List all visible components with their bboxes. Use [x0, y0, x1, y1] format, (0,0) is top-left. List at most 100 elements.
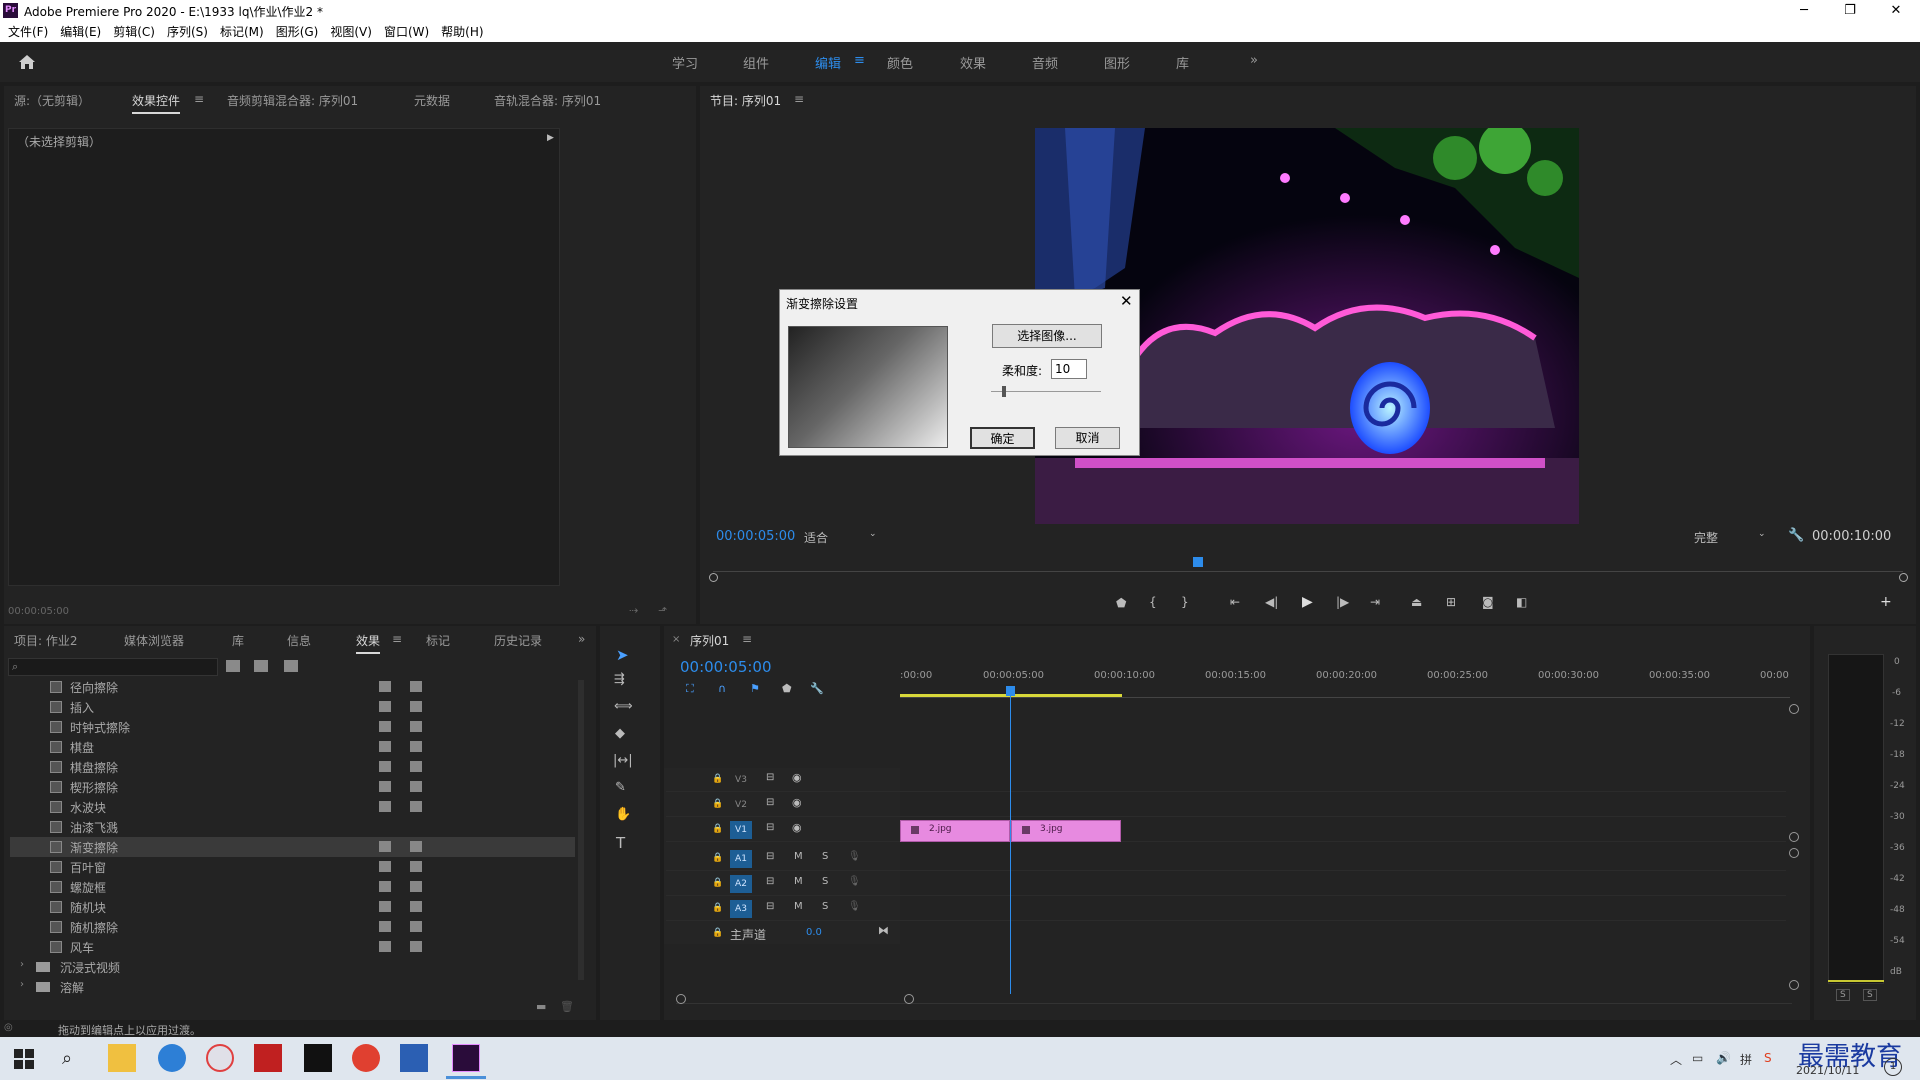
more-panels-icon[interactable]: »: [578, 632, 585, 646]
fit-select[interactable]: 适合 ⌄: [804, 529, 884, 545]
lock-icon[interactable]: 🔒: [712, 774, 723, 784]
list-item[interactable]: 螺旋框: [10, 877, 575, 897]
notification-icon[interactable]: 1: [1884, 1058, 1902, 1076]
add-marker-icon[interactable]: ⬟: [782, 682, 792, 695]
program-current-timecode[interactable]: 00:00:05:00: [716, 529, 795, 544]
clip-3jpg[interactable]: 3.jpg: [1011, 820, 1121, 842]
razor-tool-icon[interactable]: ◆: [615, 726, 625, 741]
tab-info[interactable]: 信息: [287, 632, 311, 649]
track-label-v2[interactable]: V2: [730, 796, 752, 814]
list-item[interactable]: 时钟式擦除: [10, 717, 575, 737]
audio-scroll-bottom-handle[interactable]: [1789, 980, 1799, 990]
hand-tool-icon[interactable]: ✋: [615, 807, 631, 822]
search-icon[interactable]: ⌕: [62, 1048, 72, 1069]
menu-graphics[interactable]: 图形(G): [270, 22, 325, 42]
list-item[interactable]: 随机块: [10, 897, 575, 917]
32bit-effects-icon[interactable]: [254, 660, 268, 672]
lock-icon[interactable]: 🔒: [712, 903, 723, 913]
meter-solo-button[interactable]: S: [1836, 989, 1850, 1001]
video-scroll-top-handle[interactable]: [1789, 704, 1799, 714]
mark-out-icon[interactable]: }: [1181, 595, 1189, 609]
mute-button[interactable]: M: [794, 876, 803, 887]
eye-icon[interactable]: ◉: [792, 771, 802, 784]
delete-icon[interactable]: 🗑: [560, 1000, 574, 1013]
list-item[interactable]: 楔形擦除: [10, 777, 575, 797]
restore-button[interactable]: ❐: [1827, 0, 1873, 22]
clip-2jpg[interactable]: 2.jpg: [900, 820, 1010, 842]
sync-lock-icon[interactable]: ⊟: [766, 772, 774, 783]
terminal-icon[interactable]: [304, 1044, 332, 1072]
softness-input[interactable]: 10: [1051, 359, 1087, 379]
app-red-icon[interactable]: [254, 1044, 282, 1072]
close-sequence-icon[interactable]: ×: [672, 634, 680, 645]
filter-icon[interactable]: ⇢: [629, 604, 638, 617]
menu-file[interactable]: 文件(F): [0, 22, 54, 42]
chrome-icon[interactable]: [352, 1044, 380, 1072]
slip-tool-icon[interactable]: |↔|: [613, 753, 633, 768]
yuv-effects-icon[interactable]: [284, 660, 298, 672]
pen-tool-icon[interactable]: ✎: [615, 780, 626, 795]
list-item[interactable]: 随机擦除: [10, 917, 575, 937]
sync-lock-icon[interactable]: ⊟: [766, 822, 774, 833]
sequence-tab[interactable]: 序列01: [690, 632, 729, 649]
list-item[interactable]: 棋盘擦除: [10, 757, 575, 777]
accelerated-effects-icon[interactable]: [226, 660, 240, 672]
button-editor-icon[interactable]: +: [1880, 594, 1892, 610]
workspace-color[interactable]: 颜色: [887, 53, 913, 72]
workspace-assembly[interactable]: 组件: [743, 53, 769, 72]
tab-media-browser[interactable]: 媒体浏览器: [124, 632, 184, 649]
track-label-a1[interactable]: A1: [730, 850, 752, 868]
tab-markers[interactable]: 标记: [426, 632, 450, 649]
step-forward-icon[interactable]: |▶: [1336, 595, 1349, 609]
timeline-settings-icon[interactable]: 🔧: [810, 682, 824, 695]
workspace-effects[interactable]: 效果: [960, 53, 986, 72]
effects-scrollbar[interactable]: [578, 680, 584, 980]
list-item[interactable]: 风车: [10, 937, 575, 957]
workspace-more-icon[interactable]: »: [1250, 53, 1258, 68]
network-icon[interactable]: ▭: [1692, 1051, 1703, 1065]
mute-button[interactable]: M: [794, 901, 803, 912]
tab-source[interactable]: 源:（无剪辑）: [14, 92, 90, 109]
panel-menu-icon[interactable]: ≡: [194, 92, 204, 106]
select-image-button[interactable]: 选择图像...: [992, 324, 1102, 348]
dialog-close-icon[interactable]: ✕: [1120, 292, 1133, 310]
zoom-end-handle[interactable]: [904, 994, 914, 1004]
video-scroll-bottom-handle[interactable]: [1789, 832, 1799, 842]
quality-select[interactable]: 完整 ⌄: [1694, 529, 1774, 545]
solo-button[interactable]: S: [822, 876, 828, 887]
edge-icon[interactable]: [158, 1044, 186, 1072]
program-scrubber[interactable]: [713, 562, 1903, 572]
workspace-editing[interactable]: 编辑: [815, 53, 841, 72]
new-bin-icon[interactable]: ▬: [536, 1000, 546, 1013]
workspace-audio[interactable]: 音频: [1032, 53, 1058, 72]
lock-icon[interactable]: 🔒: [712, 853, 723, 863]
zoom-start-handle[interactable]: [676, 994, 686, 1004]
mute-button[interactable]: M: [794, 851, 803, 862]
step-back-icon[interactable]: ◀|: [1265, 595, 1278, 609]
track-select-tool-icon[interactable]: ⇶: [614, 672, 625, 687]
timeline-playhead-handle[interactable]: [1006, 686, 1015, 696]
premiere-taskbar-icon[interactable]: [452, 1044, 480, 1072]
sync-lock-icon[interactable]: ⊟: [766, 901, 774, 912]
microphone-icon[interactable]: 🎙: [848, 876, 861, 887]
workspace-libraries[interactable]: 库: [1176, 53, 1189, 72]
solo-button[interactable]: S: [822, 901, 828, 912]
go-to-out-icon[interactable]: ⇥: [1370, 595, 1380, 609]
volume-icon[interactable]: 🔊: [1716, 1051, 1731, 1065]
tab-history[interactable]: 历史记录: [494, 632, 542, 649]
nest-icon[interactable]: ⛶: [686, 682, 694, 696]
softness-slider-thumb[interactable]: [1002, 386, 1006, 397]
solo-button[interactable]: S: [822, 851, 828, 862]
snap-icon[interactable]: ∩: [718, 682, 726, 695]
tab-audio-clip-mixer[interactable]: 音频剪辑混合器: 序列01: [227, 92, 358, 109]
list-item[interactable]: 径向擦除: [10, 677, 575, 697]
mark-in-icon[interactable]: {: [1149, 595, 1157, 609]
sequence-menu-icon[interactable]: ≡: [742, 632, 752, 646]
workspace-learn[interactable]: 学习: [672, 53, 698, 72]
track-label-v1[interactable]: V1: [730, 821, 752, 839]
menu-sequence[interactable]: 序列(S): [161, 22, 214, 42]
menu-marker[interactable]: 标记(M): [214, 22, 270, 42]
lock-icon[interactable]: 🔒: [712, 799, 723, 809]
comparison-view-icon[interactable]: ◧: [1516, 595, 1527, 609]
ime-icon[interactable]: 拼: [1740, 1051, 1752, 1068]
